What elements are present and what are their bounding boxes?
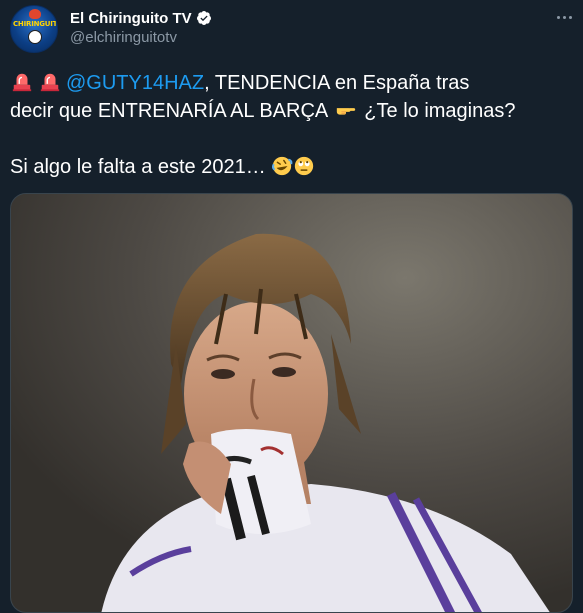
rolling-on-floor-laughing-emoji: [272, 156, 293, 176]
more-options-icon: [556, 15, 560, 19]
police-light-emoji-2: [40, 73, 60, 92]
more-options-icon-dot: [562, 15, 566, 19]
tweet-line-2: decir que ENTRENARÍA AL BARÇA ¿Te lo ima…: [10, 97, 580, 125]
tweet-photo[interactable]: [10, 193, 573, 613]
tweet-line-1-text: , TENDENCIA en España tras: [204, 72, 470, 94]
verified-badge-icon: [196, 11, 211, 25]
more-options-button[interactable]: [553, 8, 575, 26]
mention-link[interactable]: @GUTY14HAZ: [66, 72, 204, 94]
face-with-rolling-eyes-emoji: [295, 156, 314, 176]
user-handle[interactable]: @elchiringuitotv: [70, 29, 177, 46]
tweet-line-2-text: decir que ENTRENARÍA AL BARÇA: [10, 100, 328, 122]
author-name-row: El Chiringuito TV: [70, 9, 212, 27]
avatar[interactable]: CHIRINGUITO: [10, 5, 58, 53]
avatar-logo-text: CHIRINGUITO: [13, 20, 58, 28]
tweet-line-1: @GUTY14HAZ, TENDENCIA en España tras: [10, 69, 580, 97]
photo-illustration: [11, 194, 572, 612]
tweet-line-3: Si algo le falta a este 2021…: [10, 153, 580, 181]
soccer-ball-icon: [28, 30, 42, 44]
tweet-text: @GUTY14HAZ, TENDENCIA en España tras dec…: [10, 69, 580, 181]
tweet-line-3-text: Si algo le falta a este 2021…: [10, 156, 266, 178]
backhand-index-pointing-right-emoji: [336, 108, 355, 115]
police-light-emoji: [12, 73, 32, 92]
tweet-line-2-question: ¿Te lo imaginas?: [364, 100, 516, 122]
display-name[interactable]: El Chiringuito TV: [70, 10, 192, 27]
logo-flame-icon: [29, 9, 41, 19]
line-break: [10, 125, 580, 153]
more-options-icon-dot: [568, 15, 572, 19]
tweet-card: CHIRINGUITO El Chiringuito TV @elchiring…: [0, 0, 583, 613]
